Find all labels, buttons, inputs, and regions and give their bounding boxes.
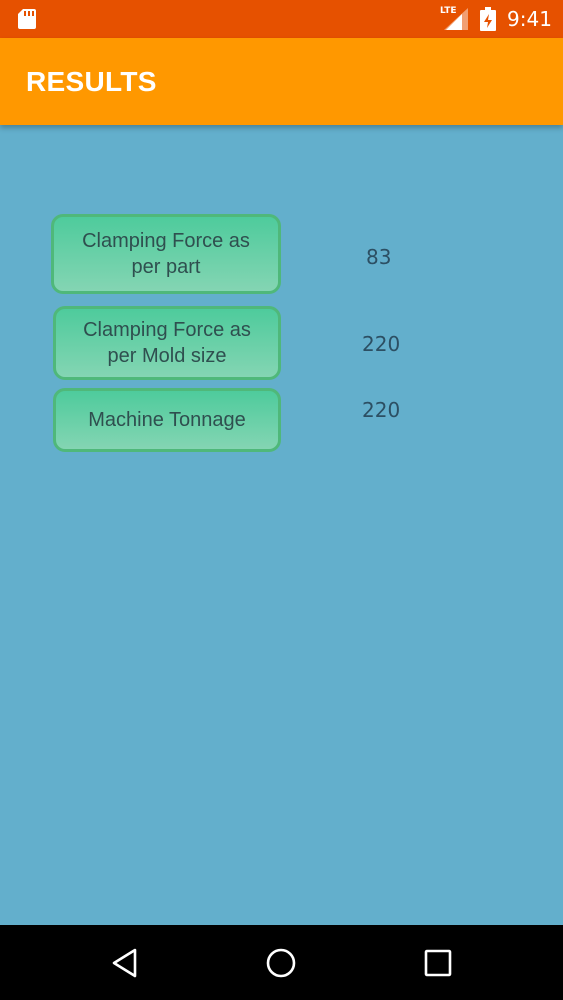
status-bar: LTE 9:41 <box>0 0 563 38</box>
clamping-force-mold-value: 220 <box>362 332 401 356</box>
navigation-bar <box>0 925 563 1000</box>
machine-tonnage-label: Machine Tonnage <box>88 409 246 431</box>
back-icon[interactable] <box>109 947 141 979</box>
clamping-force-part-label: Clamping Force as per part <box>82 230 250 278</box>
page-title: RESULTS <box>26 66 157 97</box>
home-icon[interactable] <box>265 947 297 979</box>
recents-icon[interactable] <box>422 947 454 979</box>
signal-icon <box>444 8 468 30</box>
clamping-force-part-button[interactable]: Clamping Force as per part <box>51 214 281 294</box>
sd-card-icon <box>18 9 36 29</box>
clamping-force-mold-button[interactable]: Clamping Force as per Mold size <box>53 306 281 380</box>
clamping-force-part-value: 83 <box>366 245 392 269</box>
clamping-force-mold-label: Clamping Force as per Mold size <box>83 319 251 367</box>
clock: 9:41 <box>507 7 552 31</box>
machine-tonnage-value: 220 <box>362 398 401 422</box>
machine-tonnage-button[interactable]: Machine Tonnage <box>53 388 281 452</box>
app-bar: RESULTS <box>0 38 563 125</box>
battery-icon <box>480 7 496 31</box>
